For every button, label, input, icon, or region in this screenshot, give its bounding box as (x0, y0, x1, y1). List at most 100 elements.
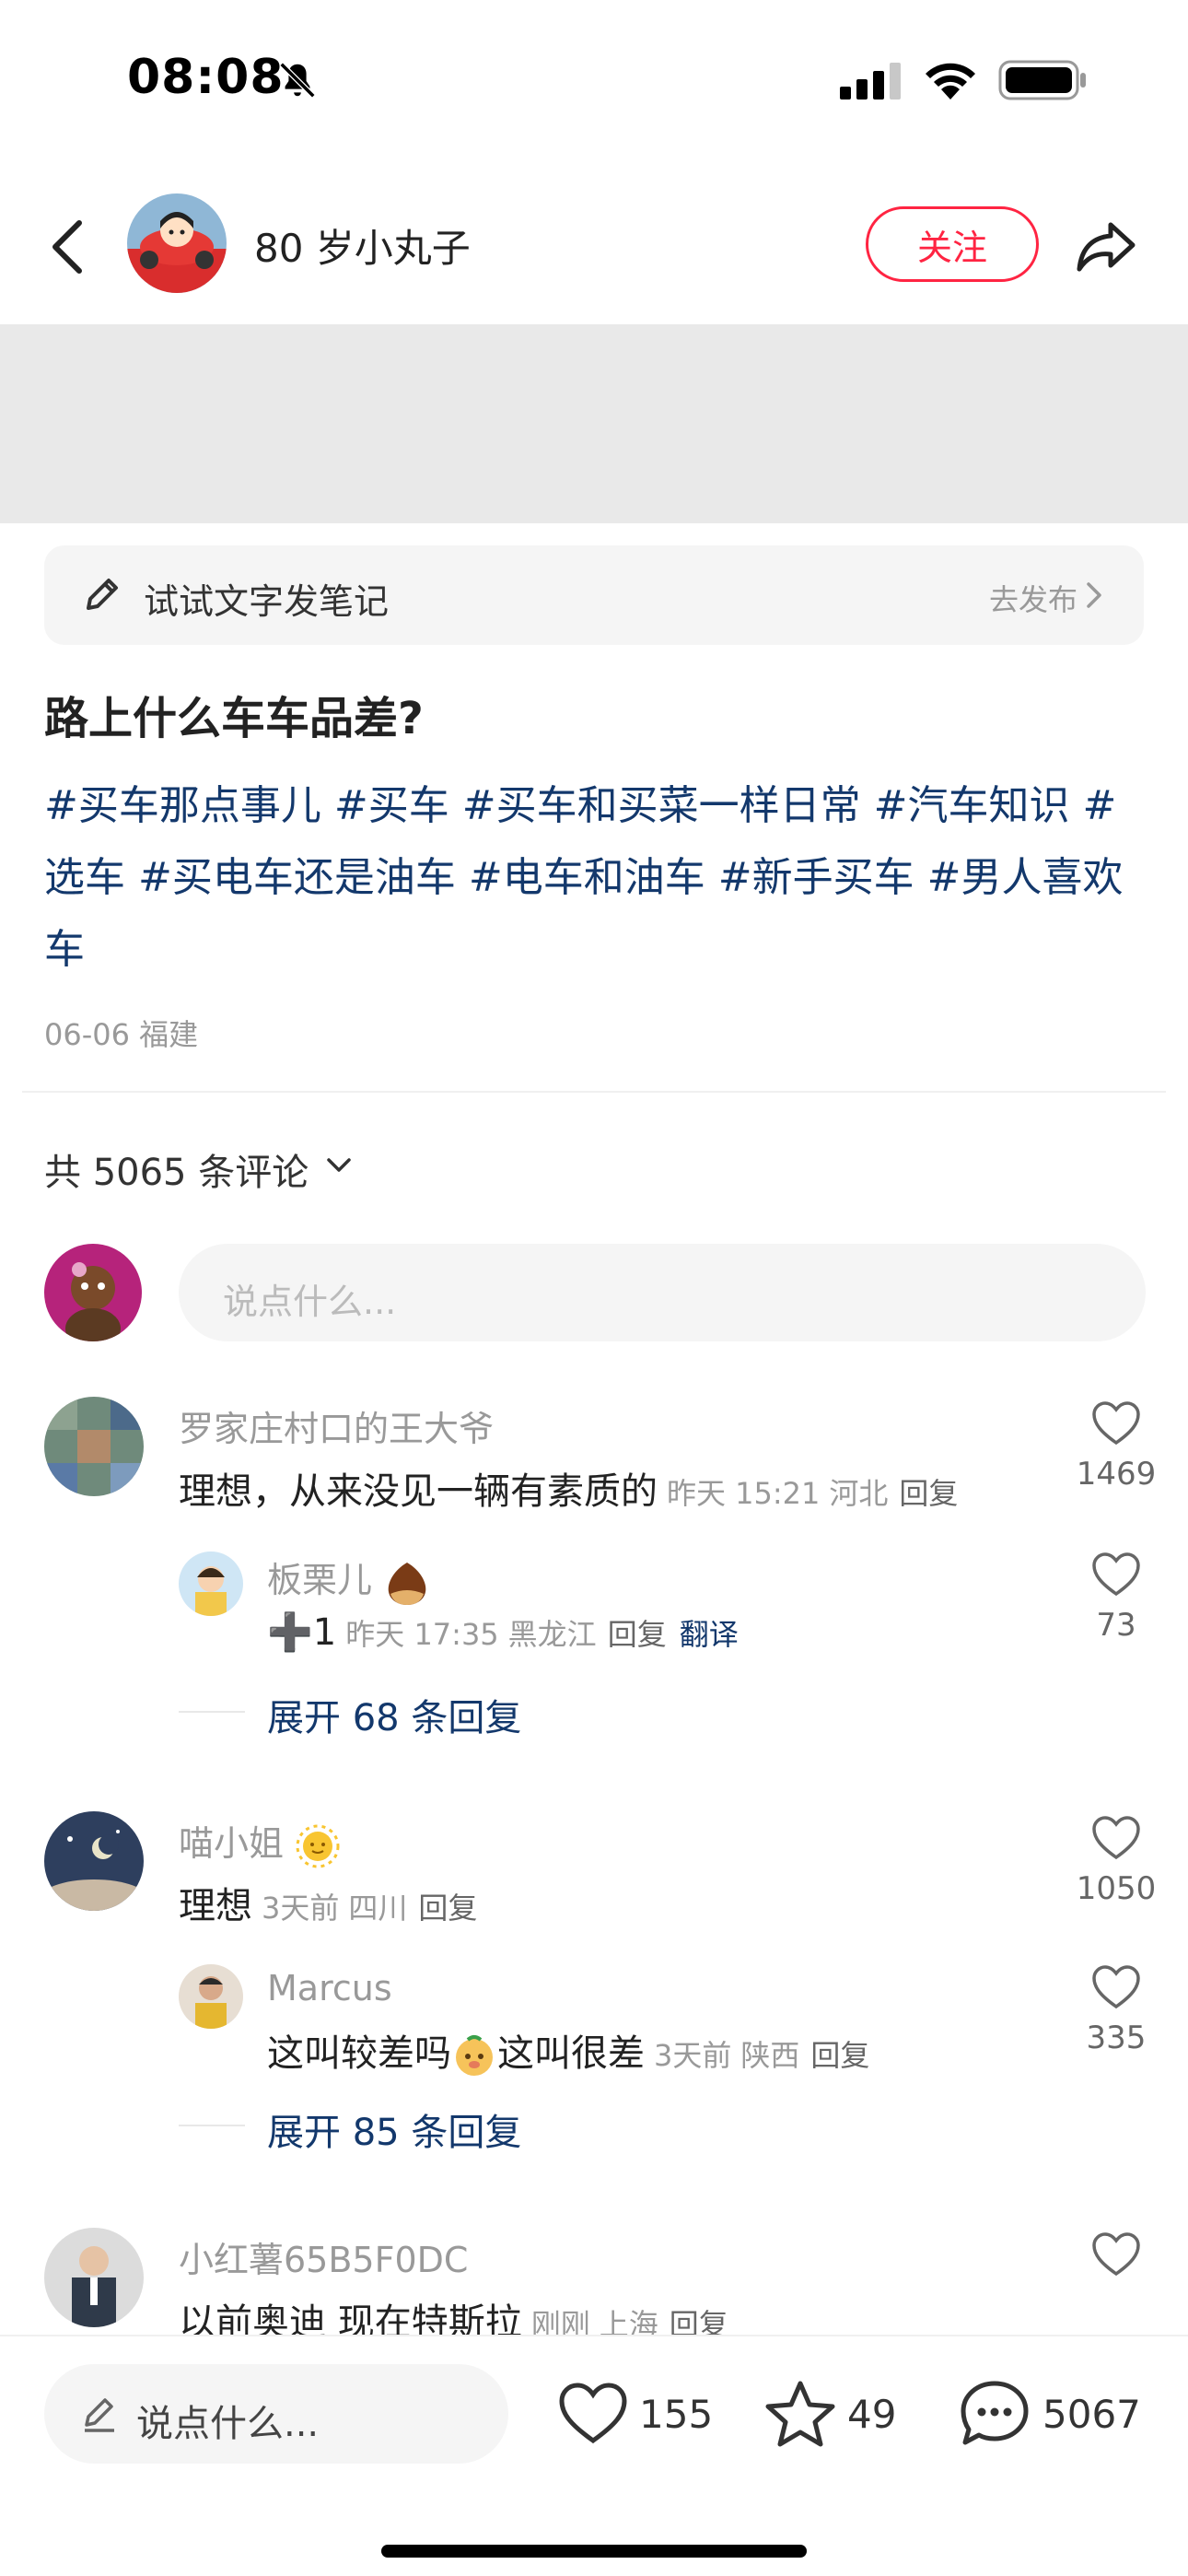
commenter-name[interactable]: 罗家庄村口的王大爷 (179, 1400, 494, 1451)
reply-text: 这叫较差吗 这叫很差 3天前 陕西 回复 (267, 2023, 869, 2078)
author-avatar[interactable] (127, 193, 227, 293)
comment-count[interactable]: 共 5065 条评论 (44, 1142, 309, 1196)
chevron-right-icon (1087, 582, 1101, 608)
comment-button[interactable]: 5067 (958, 2375, 1141, 2453)
chestnut-icon (388, 1562, 426, 1605)
note-image-area[interactable] (0, 324, 1188, 523)
commenter-avatar[interactable] (44, 1811, 144, 1911)
comment-like-button[interactable]: 1050 (1061, 1815, 1171, 1907)
like-button[interactable]: 155 (558, 2375, 713, 2453)
comment-icon (961, 2381, 1029, 2445)
note-detail-page: 08:08 80 岁小丸子 关注 试试文字发笔记 去发布 路上什么车车品差? #… (0, 0, 1188, 2576)
commenter-name-text: 喵小姐 (179, 1823, 285, 1864)
replier-avatar[interactable] (179, 1964, 243, 2029)
tag-link[interactable]: #买车那点事儿 (44, 782, 321, 829)
reply-body-end: 这叫很差 (497, 2032, 645, 2075)
comment-like-button[interactable]: 1469 (1061, 1400, 1171, 1493)
back-icon[interactable] (41, 214, 96, 280)
tag-link[interactable]: #买电车还是油车 (138, 854, 456, 901)
comment-body: 理想，从来没见一辆有素质的 (179, 1470, 658, 1513)
wifi-icon (926, 63, 975, 100)
tag-link[interactable]: #买车 (334, 782, 449, 829)
reply-time: 昨天 17:35 (345, 1617, 499, 1652)
reply-text: ➕1 昨天 17:35 黑龙江 回复 翻译 (267, 1610, 739, 1654)
home-indicator[interactable] (381, 2545, 807, 2558)
reply-button[interactable]: 回复 (608, 1617, 667, 1652)
bottom-comment-input[interactable]: 说点什么... (44, 2364, 508, 2464)
signal-icon (840, 63, 901, 100)
commenter-avatar[interactable] (44, 2228, 144, 2327)
reply-button[interactable]: 回复 (899, 1476, 958, 1511)
note-meta: 06-06 福建 (44, 1012, 198, 1054)
my-avatar (44, 1244, 142, 1341)
try-text-note-bar[interactable]: 试试文字发笔记 去发布 (44, 545, 1144, 645)
reply-location: 黑龙江 (507, 1617, 597, 1652)
like-count: 1469 (1076, 1456, 1157, 1493)
pencil-icon (87, 579, 118, 610)
reply-button[interactable]: 回复 (418, 1891, 477, 1926)
comment-body: 理想 (179, 1885, 252, 1927)
like-count: 73 (1096, 1607, 1136, 1644)
like-count: 155 (639, 2391, 714, 2437)
translate-button[interactable]: 翻译 (680, 1617, 739, 1652)
replier-name[interactable]: Marcus (267, 1968, 392, 2008)
tag-link[interactable]: #电车和油车 (469, 854, 705, 901)
share-icon[interactable] (1074, 212, 1140, 278)
expand-replies-button[interactable]: 展开 68 条回复 (267, 1688, 521, 1741)
expand-line (179, 2125, 245, 2126)
status-time: 08:08 (127, 50, 285, 105)
try-text-label: 试试文字发笔记 (144, 581, 390, 622)
collect-count: 49 (847, 2391, 897, 2437)
heart-icon (1092, 1552, 1140, 1597)
like-count: 335 (1086, 2020, 1147, 2056)
replier-name[interactable]: 板栗儿 (267, 1551, 431, 1607)
bottom-action-bar: 说点什么... 155 49 5067 (0, 2335, 1188, 2576)
comment-total: 5067 (1042, 2391, 1141, 2437)
commenter-name[interactable]: 喵小姐 (179, 1815, 341, 1869)
sun-emoji-icon (296, 1824, 340, 1868)
comment-location: 四川 (348, 1891, 408, 1926)
commenter-name[interactable]: 小红薯65B5F0DC (179, 2231, 468, 2282)
reply-body-start: 这叫较差吗 (267, 2032, 451, 2075)
pencil-icon (85, 2398, 114, 2432)
tag-link[interactable]: #买车和买菜一样日常 (462, 782, 861, 829)
heart-icon (1092, 2232, 1140, 2277)
reply-like-button[interactable]: 73 (1061, 1551, 1171, 1644)
replier-avatar[interactable] (179, 1551, 243, 1616)
reply-location: 陕西 (740, 2038, 800, 2073)
comment-text: 理想 3天前 四川 回复 (179, 1876, 477, 1929)
author-name[interactable]: 80 岁小丸子 (254, 217, 471, 274)
follow-button[interactable]: 关注 (866, 206, 1039, 282)
divider (22, 1091, 1166, 1093)
comment-input-placeholder: 说点什么... (223, 1282, 397, 1322)
reply-body: ➕1 (267, 1611, 337, 1654)
heart-icon (559, 2383, 627, 2444)
heart-icon (1092, 1401, 1140, 1446)
tag-link[interactable]: #新手买车 (718, 854, 914, 901)
bell-off-icon (279, 62, 316, 99)
comment-like-button[interactable] (1061, 2231, 1171, 2277)
comment-time: 昨天 15:21 (667, 1476, 821, 1511)
chevron-down-icon[interactable] (326, 1157, 352, 1174)
collect-button[interactable]: 49 (764, 2375, 896, 2453)
comment-time: 3天前 (262, 1891, 340, 1926)
note-date: 06-06 (44, 1017, 130, 1052)
reply-button[interactable]: 回复 (810, 2038, 869, 2073)
reply-time: 3天前 (654, 2038, 732, 2073)
heart-icon (1092, 1816, 1140, 1860)
note-title: 路上什么车车品差? (44, 693, 424, 744)
reply-like-button[interactable]: 335 (1061, 1964, 1171, 2056)
face-emoji-icon (456, 2035, 493, 2076)
bottom-input-placeholder: 说点什么... (136, 2403, 320, 2445)
go-publish-link[interactable]: 去发布 (989, 577, 1077, 619)
tag-link[interactable]: #汽车知识 (874, 782, 1070, 829)
commenter-avatar[interactable] (44, 1397, 144, 1496)
expand-replies-button[interactable]: 展开 85 条回复 (267, 2102, 521, 2156)
comment-input[interactable]: 说点什么... (179, 1244, 1146, 1341)
comment-text: 理想，从来没见一辆有素质的 昨天 15:21 河北 回复 (179, 1461, 958, 1515)
comment-location: 河北 (829, 1476, 889, 1511)
expand-line (179, 1711, 245, 1713)
note-header: 80 岁小丸子 关注 (0, 181, 1188, 310)
like-count: 1050 (1076, 1870, 1157, 1907)
note-location: 福建 (139, 1017, 199, 1052)
